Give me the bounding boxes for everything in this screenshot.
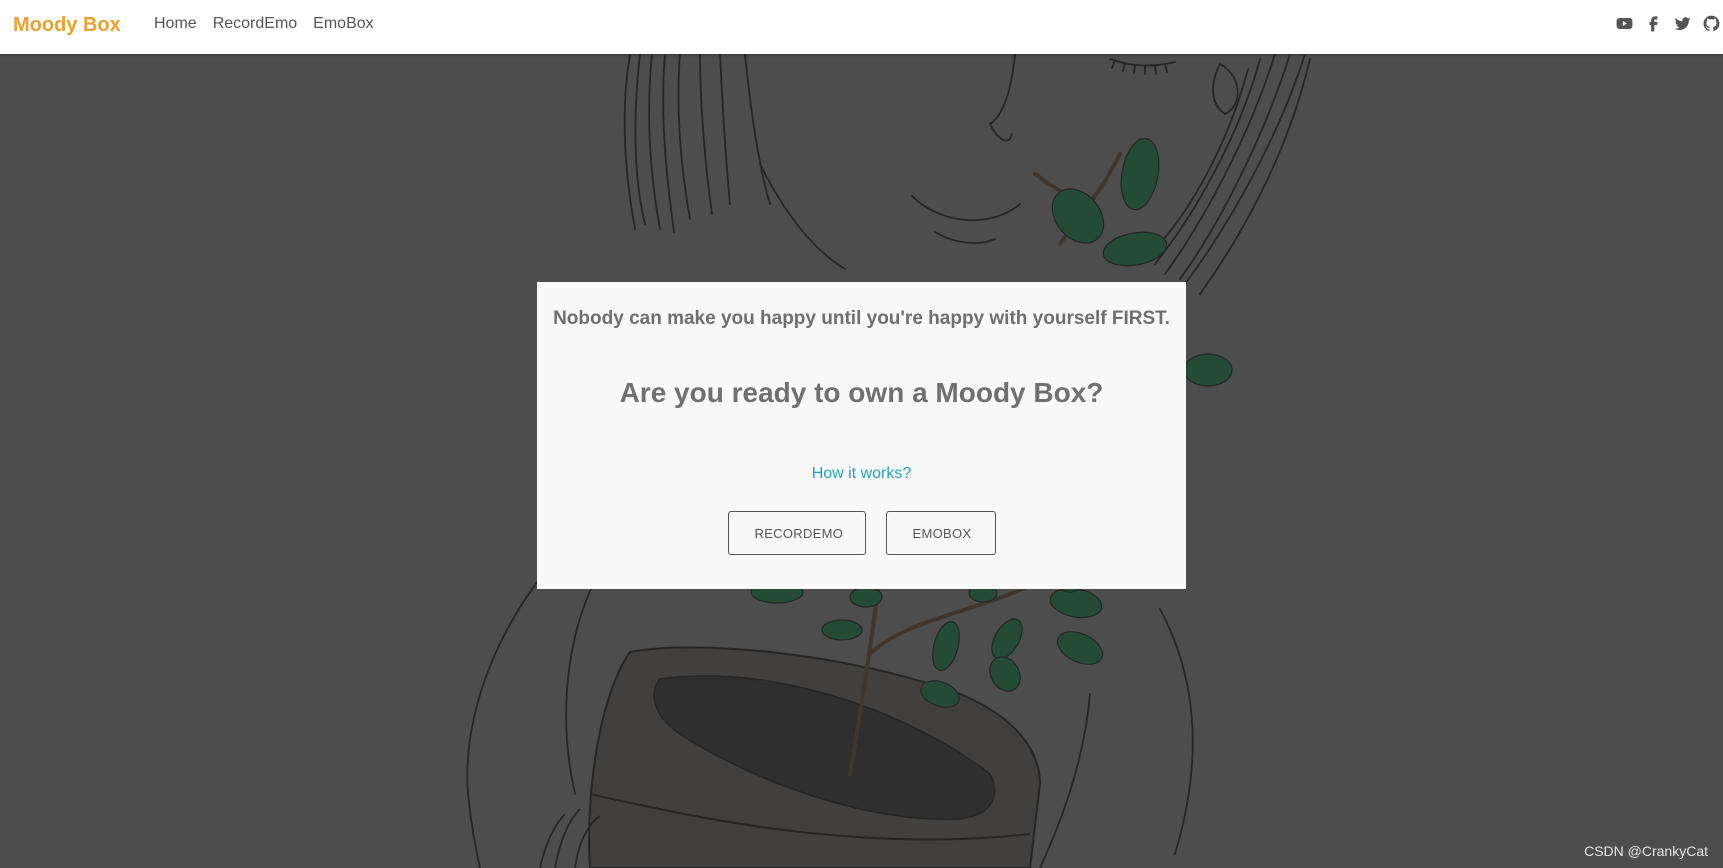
- facebook-icon[interactable]: [1644, 14, 1663, 33]
- nav-link-recordemo[interactable]: RecordEmo: [213, 15, 297, 33]
- hero-quote: Nobody can make you happy until you're h…: [553, 308, 1170, 329]
- navbar: Moody Box Home RecordEmo EmoBox: [0, 0, 1723, 54]
- github-icon[interactable]: [1702, 14, 1721, 33]
- brand-logo[interactable]: Moody Box: [13, 14, 121, 37]
- hero-card: Nobody can make you happy until you're h…: [537, 282, 1186, 589]
- page: Moody Box Home RecordEmo EmoBox Nobody c…: [0, 0, 1723, 868]
- hero-headline: Are you ready to own a Moody Box?: [619, 377, 1104, 408]
- watermark: CSDN @CrankyCat: [1584, 843, 1708, 859]
- emobox-button[interactable]: EMOBOX: [885, 511, 996, 555]
- nav-link-emobox[interactable]: EmoBox: [313, 15, 373, 33]
- nav-link-home[interactable]: Home: [154, 15, 197, 33]
- how-it-works-link[interactable]: How it works?: [537, 465, 1186, 483]
- nav-links: Home RecordEmo EmoBox: [154, 15, 374, 33]
- recordemo-button[interactable]: RECORDEMO: [727, 511, 866, 555]
- twitter-icon[interactable]: [1673, 14, 1692, 33]
- social-icons: [1615, 14, 1723, 33]
- cta-buttons: RECORDEMO EMOBOX: [537, 511, 1186, 555]
- youtube-icon[interactable]: [1615, 14, 1634, 33]
